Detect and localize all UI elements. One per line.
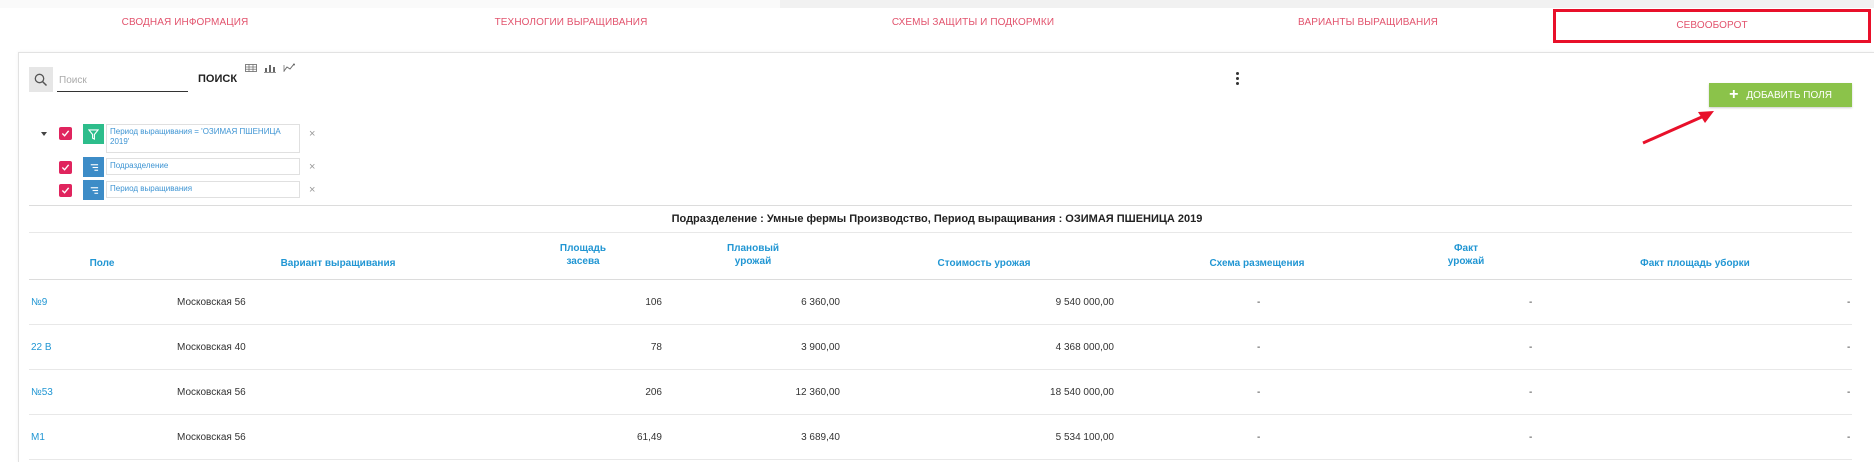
sown-area-cell: 106 bbox=[645, 297, 662, 308]
column-header-planned-yield[interactable]: Плановый урожай bbox=[718, 242, 788, 268]
actual-harvest-area-cell: - bbox=[1847, 342, 1851, 353]
planned-yield-cell: 3 689,40 bbox=[801, 432, 840, 443]
more-options-icon[interactable] bbox=[1234, 72, 1240, 90]
actual-yield-cell: - bbox=[1529, 387, 1533, 398]
planned-yield-cell: 12 360,00 bbox=[795, 387, 841, 398]
field-link[interactable]: №9 bbox=[31, 280, 47, 325]
actual-yield-cell: - bbox=[1529, 432, 1533, 443]
add-fields-button[interactable]: + ДОБАВИТЬ ПОЛЯ bbox=[1709, 83, 1852, 107]
placement-scheme-cell: - bbox=[1257, 297, 1261, 308]
yield-cost-cell: 5 534 100,00 bbox=[1055, 432, 1114, 443]
table-row[interactable]: М1 Московская 56 61,49 3 689,40 5 534 10… bbox=[29, 415, 1852, 460]
sown-area-cell: 206 bbox=[645, 387, 662, 398]
column-header-yield-cost[interactable]: Стоимость урожая bbox=[919, 257, 1049, 270]
remove-filter-icon[interactable]: × bbox=[309, 128, 315, 140]
column-header-field[interactable]: Поле bbox=[72, 257, 132, 270]
filter-checkbox-period[interactable] bbox=[59, 127, 72, 140]
search-input[interactable] bbox=[57, 69, 188, 92]
remove-group-icon[interactable]: × bbox=[309, 184, 315, 196]
group-checkbox-period[interactable] bbox=[59, 184, 72, 197]
tab-summary[interactable]: Сводная информация bbox=[60, 8, 310, 46]
column-header-variant[interactable]: Вариант выращивания bbox=[258, 257, 418, 270]
collapse-tree-icon[interactable] bbox=[41, 132, 47, 136]
actual-harvest-area-cell: - bbox=[1847, 297, 1851, 308]
map-view-icon[interactable] bbox=[283, 63, 295, 73]
yield-cost-cell: 9 540 000,00 bbox=[1055, 297, 1114, 308]
tab-bar: Сводная информация Технологии выращивани… bbox=[0, 8, 1874, 46]
add-fields-label: ДОБАВИТЬ ПОЛЯ bbox=[1746, 89, 1832, 101]
variant-cell: Московская 56 bbox=[177, 297, 246, 308]
group-chip-division[interactable]: Подразделение bbox=[106, 158, 300, 175]
table-row[interactable]: 22 В Московская 40 78 3 900,00 4 368 000… bbox=[29, 325, 1852, 370]
table-row[interactable]: №9 Московская 56 106 6 360,00 9 540 000,… bbox=[29, 280, 1852, 325]
group-checkbox-division[interactable] bbox=[59, 161, 72, 174]
variant-cell: Московская 56 bbox=[177, 387, 246, 398]
chart-view-icon[interactable] bbox=[264, 63, 276, 73]
actual-yield-cell: - bbox=[1529, 342, 1533, 353]
tab-protection-schemes[interactable]: Схемы защиты и подкормки bbox=[848, 8, 1098, 46]
sown-area-cell: 61,49 bbox=[636, 432, 662, 443]
annotation-arrow-icon bbox=[1642, 111, 1714, 145]
filter-icon bbox=[83, 124, 104, 144]
sown-area-cell: 78 bbox=[650, 342, 662, 353]
actual-harvest-area-cell: - bbox=[1847, 432, 1851, 443]
placement-scheme-cell: - bbox=[1257, 432, 1261, 443]
group-icon bbox=[83, 157, 104, 177]
column-header-actual-harvest-area[interactable]: Факт площадь уборки bbox=[1625, 257, 1765, 270]
table-view-icon[interactable] bbox=[245, 63, 257, 73]
placement-scheme-cell: - bbox=[1257, 387, 1261, 398]
variant-cell: Московская 40 bbox=[177, 342, 246, 353]
search-icon bbox=[34, 73, 48, 86]
yield-cost-cell: 4 368 000,00 bbox=[1055, 342, 1114, 353]
tab-growing-variants[interactable]: Варианты выращивания bbox=[1243, 8, 1493, 46]
column-header-actual-yield[interactable]: Факт урожай bbox=[1431, 242, 1501, 268]
top-strip-light bbox=[0, 0, 780, 8]
divider bbox=[29, 205, 1852, 206]
variant-cell: Московская 56 bbox=[177, 432, 246, 443]
actual-yield-cell: - bbox=[1529, 297, 1533, 308]
tab-crop-rotation[interactable]: Севооборот bbox=[1553, 9, 1871, 43]
planned-yield-cell: 3 900,00 bbox=[801, 342, 840, 353]
filter-chip-period[interactable]: Период выращивания = 'ОЗИМАЯ ПШЕНИЦА 201… bbox=[106, 124, 300, 153]
group-title: Подразделение : Умные фермы Производство… bbox=[671, 213, 1203, 225]
group-chip-period[interactable]: Период выращивания bbox=[106, 181, 300, 198]
table-row[interactable]: №53 Московская 56 206 12 360,00 18 540 0… bbox=[29, 370, 1852, 415]
field-link[interactable]: 22 В bbox=[31, 325, 52, 370]
column-header-placement-scheme[interactable]: Схема размещения bbox=[1197, 257, 1317, 270]
column-header-sown-area[interactable]: Площадь засева bbox=[548, 242, 618, 268]
group-icon bbox=[83, 180, 104, 200]
placement-scheme-cell: - bbox=[1257, 342, 1261, 353]
plus-icon: + bbox=[1729, 86, 1739, 103]
field-link[interactable]: М1 bbox=[31, 415, 45, 460]
actual-harvest-area-cell: - bbox=[1847, 387, 1851, 398]
yield-cost-cell: 18 540 000,00 bbox=[1050, 387, 1114, 398]
remove-group-icon[interactable]: × bbox=[309, 161, 315, 173]
search-label: ПОИСК bbox=[198, 73, 238, 85]
tab-technologies[interactable]: Технологии выращивания bbox=[446, 8, 696, 46]
search-button[interactable] bbox=[29, 67, 53, 92]
planned-yield-cell: 6 360,00 bbox=[801, 297, 840, 308]
field-link[interactable]: №53 bbox=[31, 370, 53, 415]
divider bbox=[29, 232, 1852, 233]
